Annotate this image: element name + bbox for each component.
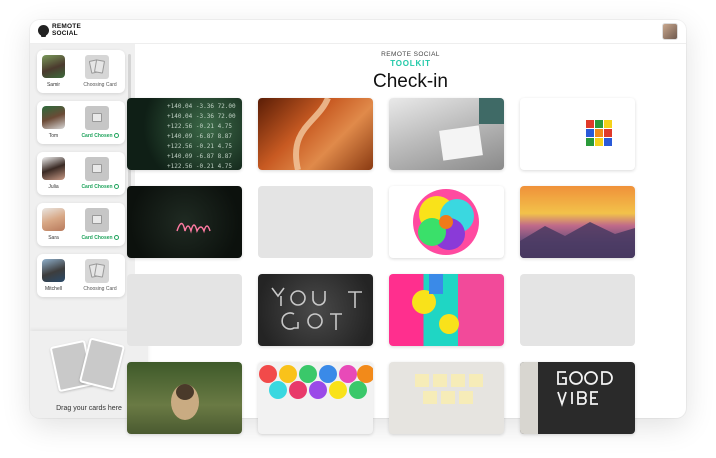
card-sunset-mountains[interactable] [520, 186, 635, 258]
wall-art [412, 274, 459, 334]
player-status: Card Chosen [75, 235, 125, 241]
svg-text:+140.09 -6.87 8.87: +140.09 -6.87 8.87 [167, 153, 232, 160]
player-card-sara: Sara Card Chosen [37, 203, 125, 246]
book-art [439, 98, 504, 161]
top-bar: REMOTE SOCIAL [30, 20, 686, 44]
card-empty[interactable] [127, 274, 242, 346]
image-card-icon [85, 106, 109, 130]
logo-text: REMOTE SOCIAL [52, 23, 82, 37]
check-circle-icon [113, 184, 119, 189]
card-colorful-wall[interactable] [389, 274, 504, 346]
sticky-notes-art [415, 374, 483, 404]
page-header: REMOTE SOCIAL TOOLKIT Check-in [135, 51, 686, 93]
card-rainbow-flower[interactable] [389, 186, 504, 258]
image-card-icon [85, 208, 109, 232]
player-card-tom: Tom Card Chosen [37, 101, 125, 144]
player-name: Sara [48, 235, 59, 241]
card-neon-breathe[interactable] [127, 186, 242, 258]
player-card-julia: Julia Card Chosen [37, 152, 125, 195]
check-circle-icon [113, 133, 119, 138]
stock-ticker-art: +140.04 -3.36 72.00 +140.04 -3.36 72.00 +1… [167, 103, 236, 170]
umbrellas-art [259, 365, 373, 399]
rubiks-cube-art [586, 120, 612, 146]
player-status: Card Chosen [75, 133, 125, 139]
card-sticky-notes[interactable] [389, 362, 504, 434]
player-name: Mitchell [45, 286, 62, 292]
chalk-text-art [271, 287, 362, 330]
letterboard-art [520, 362, 613, 434]
avatar [42, 208, 65, 231]
player-status: Choosing Card [83, 82, 117, 88]
user-avatar[interactable] [662, 23, 678, 40]
card-desert-road[interactable] [258, 98, 373, 170]
page-title: Check-in [373, 71, 448, 92]
card-you-got-this[interactable] [258, 274, 373, 346]
brand-name: REMOTE SOCIAL [381, 51, 440, 58]
svg-text:+140.04 -3.36 72.00: +140.04 -3.36 72.00 [167, 113, 236, 120]
choosing-cards-icon [85, 259, 109, 283]
player-status: Choosing Card [83, 286, 117, 292]
avatar [42, 157, 65, 180]
image-card-icon [85, 157, 109, 181]
card-pug[interactable] [127, 362, 242, 434]
player-name: Julia [48, 184, 59, 190]
neon-sign-art [176, 222, 211, 234]
card-stock-ticker[interactable]: +140.04 -3.36 72.00 +140.04 -3.36 72.00 +1… [127, 98, 242, 170]
player-card-mitchell: Mitchell Choosing Card [37, 254, 125, 297]
pug-art [171, 384, 199, 420]
alien-logo-icon [38, 25, 49, 37]
check-circle-icon [113, 235, 119, 240]
player-name: Samir [46, 82, 61, 88]
avatar [42, 55, 65, 78]
svg-text:+140.04 -3.36 72.00: +140.04 -3.36 72.00 [167, 103, 236, 110]
card-letterboard[interactable] [520, 362, 635, 434]
player-status: Card Chosen [75, 184, 125, 190]
svg-text:+122.56 -0.21 4.75: +122.56 -0.21 4.75 [167, 123, 232, 130]
choosing-cards-icon [85, 55, 109, 79]
card-rubiks-cube[interactable] [520, 98, 635, 170]
player-name: Tom [48, 133, 59, 139]
card-empty[interactable] [520, 274, 635, 346]
card-empty[interactable] [258, 186, 373, 258]
svg-text:+140.09 -6.87 8.87: +140.09 -6.87 8.87 [167, 133, 232, 140]
mountains-art [520, 222, 635, 258]
player-card-samir: Samir Choosing Card [37, 50, 125, 93]
app-logo[interactable]: REMOTE SOCIAL [38, 23, 88, 37]
card-umbrellas[interactable] [258, 362, 373, 434]
svg-text:+122.56 -0.21 4.75: +122.56 -0.21 4.75 [167, 163, 232, 170]
svg-text:+122.56 -0.21 4.75: +122.56 -0.21 4.75 [167, 143, 232, 150]
avatar [42, 106, 65, 129]
toolkit-label: TOOLKIT [390, 59, 431, 68]
desert-road-art [293, 98, 331, 170]
avatar [42, 259, 65, 282]
card-book-on-bed[interactable] [389, 98, 504, 170]
flower-art [413, 189, 479, 255]
